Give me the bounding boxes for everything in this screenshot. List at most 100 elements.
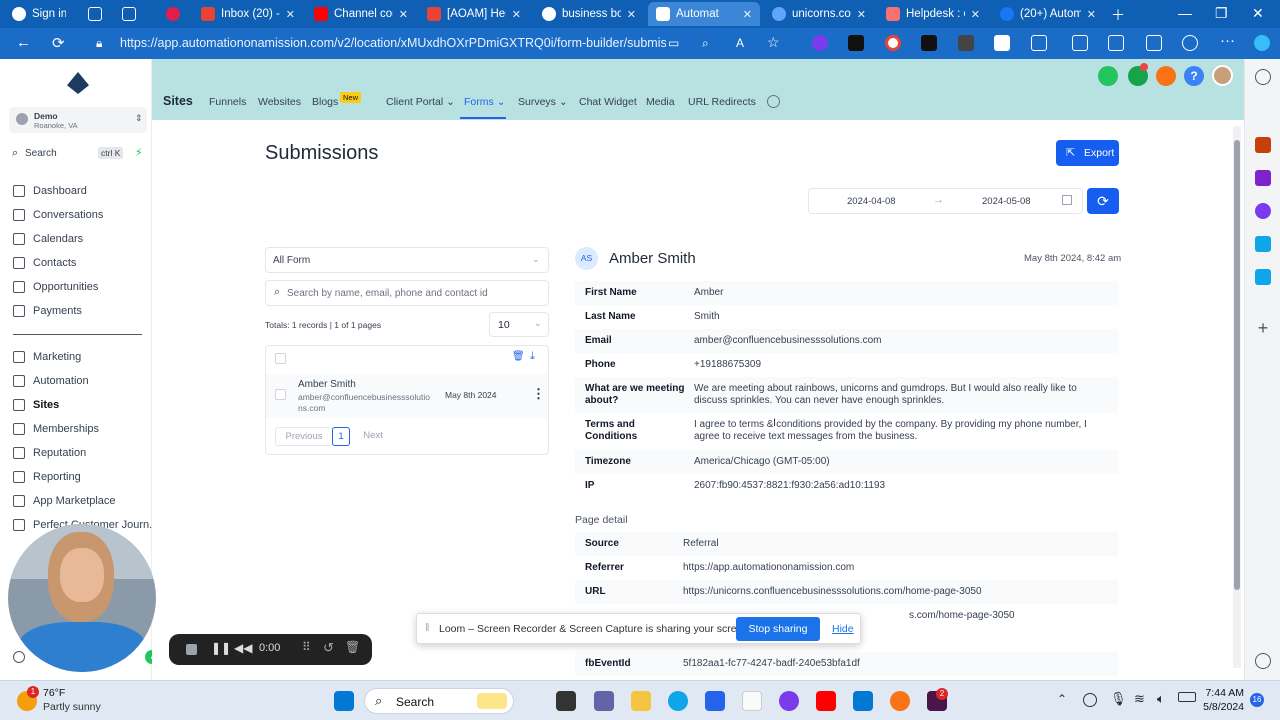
file-explorer-icon[interactable] bbox=[631, 691, 651, 711]
minimize-icon[interactable]: — bbox=[1178, 5, 1192, 21]
store-icon[interactable] bbox=[705, 691, 725, 711]
close-window-icon[interactable]: ✕ bbox=[1252, 5, 1264, 22]
trash-icon[interactable]: 🗑︎ bbox=[345, 640, 360, 654]
settings-icon[interactable] bbox=[1255, 653, 1271, 669]
tab-helpdesk[interactable]: Helpdesk : co✕ bbox=[878, 2, 988, 26]
extension-icon[interactable] bbox=[921, 35, 937, 51]
list-item[interactable]: Amber Smith amber@confluencebusinesssolu… bbox=[266, 374, 548, 418]
outlook-icon[interactable] bbox=[1255, 236, 1271, 252]
field-value[interactable]: https://app.automationonamission.com bbox=[683, 562, 1093, 574]
profile-sign-in-button[interactable]: Sign in bbox=[4, 2, 74, 26]
rewind-icon[interactable]: ◀◀ bbox=[234, 641, 252, 655]
close-tab-icon[interactable]: ✕ bbox=[971, 8, 980, 21]
battery-icon[interactable] bbox=[1178, 692, 1196, 702]
close-tab-icon[interactable]: ✕ bbox=[399, 8, 408, 21]
zoom-icon[interactable]: ⌕ bbox=[702, 36, 709, 51]
bell-icon[interactable] bbox=[1156, 66, 1176, 86]
copilot-icon[interactable] bbox=[779, 691, 799, 711]
hide-button[interactable]: Hide bbox=[832, 623, 854, 635]
download-icon[interactable]: ⤓ bbox=[530, 350, 535, 363]
tools-icon[interactable] bbox=[1255, 170, 1271, 186]
close-tab-icon[interactable]: ✕ bbox=[627, 8, 636, 21]
copilot-icon[interactable] bbox=[1254, 35, 1270, 51]
scrollbar[interactable] bbox=[1233, 126, 1241, 668]
bolt-icon[interactable]: ⚡︎ bbox=[135, 146, 143, 159]
clock-date[interactable]: 5/8/2024 bbox=[1196, 701, 1244, 713]
export-button[interactable]: ⇱ Export bbox=[1056, 140, 1119, 166]
close-tab-icon[interactable]: ✕ bbox=[743, 8, 752, 21]
page-button[interactable]: 1 bbox=[332, 427, 350, 446]
shield-icon[interactable] bbox=[1182, 35, 1198, 51]
taskbar-search[interactable]: ⌕ Search bbox=[364, 688, 514, 714]
youtube-icon[interactable] bbox=[816, 691, 836, 711]
nav-client-portal[interactable]: Client Portal ⌄ bbox=[386, 96, 455, 108]
sidebar-item-dashboard[interactable]: Dashboard bbox=[13, 185, 87, 197]
drag-handle-icon[interactable]: ‖ bbox=[425, 622, 430, 634]
volume-icon[interactable]: 🔈︎ bbox=[1157, 691, 1165, 707]
favorites-bar-icon[interactable] bbox=[1108, 35, 1124, 51]
nav-media[interactable]: Media bbox=[646, 96, 675, 108]
tab-business[interactable]: business boo✕ bbox=[534, 2, 644, 26]
close-tab-icon[interactable]: ✕ bbox=[857, 8, 866, 21]
row-checkbox[interactable] bbox=[275, 389, 286, 400]
extension-icon[interactable] bbox=[1255, 203, 1271, 219]
settings-gear-icon[interactable] bbox=[767, 95, 780, 108]
close-tab-icon[interactable]: ✕ bbox=[512, 8, 521, 21]
tab-actions-button[interactable] bbox=[114, 2, 142, 26]
sidebar-item-automation[interactable]: Automation bbox=[13, 375, 89, 387]
grid-icon[interactable]: ⠿ bbox=[302, 640, 311, 654]
teams-icon[interactable] bbox=[594, 691, 614, 711]
send-icon[interactable] bbox=[1255, 269, 1271, 285]
webcam-bubble[interactable] bbox=[8, 524, 156, 672]
edge-icon[interactable] bbox=[668, 691, 688, 711]
sidebar-item-reputation[interactable]: Reputation bbox=[13, 447, 86, 459]
favorite-icon[interactable]: ☆ bbox=[767, 34, 780, 51]
outlook-icon[interactable] bbox=[853, 691, 873, 711]
sidebar-item-marketing[interactable]: Marketing bbox=[13, 351, 81, 363]
sidebar-item-contacts[interactable]: Contacts bbox=[13, 257, 76, 269]
nav-websites[interactable]: Websites bbox=[258, 96, 301, 108]
nav-url-redirects[interactable]: URL Redirects bbox=[688, 96, 756, 108]
close-tab-icon[interactable]: ✕ bbox=[1087, 8, 1096, 21]
network-icon[interactable] bbox=[1083, 693, 1097, 707]
search-icon[interactable] bbox=[1255, 69, 1271, 85]
next-button[interactable]: Next bbox=[356, 427, 390, 446]
task-view-icon[interactable] bbox=[556, 691, 576, 711]
maximize-icon[interactable]: ❐ bbox=[1215, 5, 1228, 22]
extension-icon[interactable] bbox=[994, 35, 1010, 51]
split-view-icon[interactable] bbox=[1072, 35, 1088, 51]
tab-recorder[interactable] bbox=[158, 2, 188, 26]
amazon-icon[interactable] bbox=[742, 691, 762, 711]
sidebar-item-memberships[interactable]: Memberships bbox=[13, 423, 99, 435]
avatar[interactable] bbox=[1212, 65, 1233, 86]
sidebar-item-payments[interactable]: Payments bbox=[13, 305, 82, 317]
firefox-icon[interactable] bbox=[890, 691, 910, 711]
more-icon[interactable]: ··· bbox=[1220, 32, 1235, 49]
new-tab-icon[interactable]: ＋ bbox=[1111, 5, 1125, 25]
search-field[interactable]: ⌕ Search ctrl K ⚡︎ bbox=[9, 145, 147, 163]
clock-time[interactable]: 7:44 AM bbox=[1200, 687, 1244, 699]
sidebar-item-opportunities[interactable]: Opportunities bbox=[13, 281, 98, 293]
sidebar-item-app-marketplace[interactable]: App Marketplace bbox=[13, 495, 116, 507]
page-size-select[interactable]: 10 ⌄ bbox=[489, 312, 549, 337]
tab-facebook[interactable]: (20+) Autom ✕ bbox=[992, 2, 1104, 26]
help-icon[interactable]: ? bbox=[1184, 66, 1204, 86]
microphone-icon[interactable]: 🎙︎ bbox=[1110, 691, 1127, 707]
pause-icon[interactable]: ❚❚ bbox=[211, 641, 231, 655]
stop-sharing-button[interactable]: Stop sharing bbox=[736, 617, 820, 641]
briefcase-icon[interactable] bbox=[1255, 137, 1271, 153]
tab-youtube[interactable]: Channel cont✕ bbox=[306, 2, 416, 26]
sidebar-item-sites[interactable]: Sites bbox=[13, 399, 59, 411]
stop-icon[interactable] bbox=[186, 644, 197, 655]
nav-surveys[interactable]: Surveys ⌄ bbox=[518, 96, 568, 108]
select-all-checkbox[interactable] bbox=[275, 353, 286, 364]
windows-start-icon[interactable] bbox=[334, 691, 354, 711]
nav-blogs[interactable]: Blogs bbox=[312, 96, 338, 108]
notification-count[interactable]: 16 bbox=[1250, 693, 1264, 707]
tab-gmail-inbox[interactable]: Inbox (20) - a✕ bbox=[193, 2, 303, 26]
lock-icon[interactable]: 🔒︎ bbox=[96, 36, 102, 51]
wifi-icon[interactable]: ≋ bbox=[1134, 691, 1145, 707]
close-tab-icon[interactable]: ✕ bbox=[286, 8, 295, 21]
scrollbar-thumb[interactable] bbox=[1234, 140, 1240, 590]
sidebar-item-reporting[interactable]: Reporting bbox=[13, 471, 81, 483]
